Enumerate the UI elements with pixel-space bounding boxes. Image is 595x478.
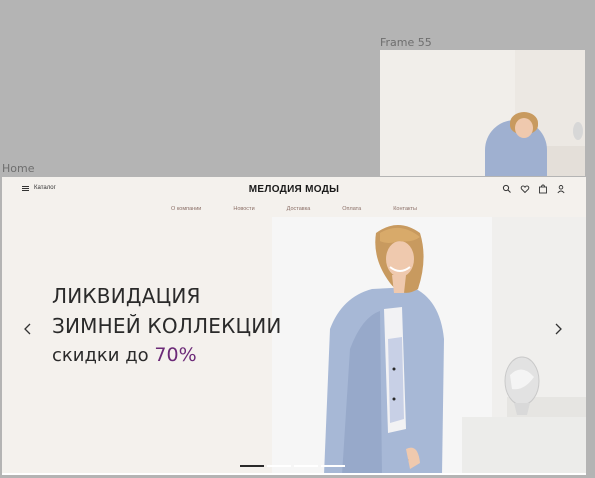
- bag-icon[interactable]: [538, 184, 548, 194]
- hero-floor: [2, 473, 586, 475]
- site-header: Каталог МЕЛОДИЯ МОДЫ: [2, 177, 586, 203]
- nav-item-delivery[interactable]: Доставка: [287, 206, 311, 212]
- slider-dot[interactable]: [294, 465, 318, 467]
- site-logo[interactable]: МЕЛОДИЯ МОДЫ: [2, 184, 586, 195]
- chevron-right-icon[interactable]: [552, 321, 564, 337]
- home-frame: Каталог МЕЛОДИЯ МОДЫ О компании Новости …: [2, 177, 586, 475]
- user-icon[interactable]: [556, 184, 566, 194]
- main-nav: О компании Новости Доставка Оплата Конта…: [2, 206, 586, 212]
- hero-subtitle: скидки до 70%: [52, 344, 197, 366]
- frame-55-label: Frame 55: [380, 36, 432, 49]
- chevron-left-icon[interactable]: [22, 321, 34, 337]
- slider-dot[interactable]: [240, 465, 264, 467]
- nav-item-about[interactable]: О компании: [171, 206, 201, 212]
- home-frame-label: Home: [2, 162, 35, 175]
- hero-title: ЛИКВИДАЦИЯ ЗИМНЕЙ КОЛЛЕКЦИИ: [52, 281, 282, 341]
- frame-55-thumbnail: [380, 50, 585, 176]
- hero-title-line-2: ЗИМНЕЙ КОЛЛЕКЦИИ: [52, 314, 282, 338]
- hero-vase-image: [504, 356, 540, 415]
- header-icon-group: [502, 184, 566, 194]
- heart-icon[interactable]: [520, 184, 530, 194]
- search-icon[interactable]: [502, 184, 512, 194]
- hero-subtitle-prefix: скидки до: [52, 345, 155, 366]
- hero-discount-value: 70%: [154, 344, 197, 366]
- hero-photo-step-lower: [462, 417, 586, 475]
- nav-item-contacts[interactable]: Контакты: [393, 206, 417, 212]
- slider-dot[interactable]: [267, 465, 291, 467]
- thumbnail-model-face: [515, 118, 533, 138]
- nav-item-payment[interactable]: Оплата: [342, 206, 361, 212]
- slider-pagination: [240, 465, 345, 467]
- hero-model-image: [324, 225, 444, 475]
- hero-title-line-1: ЛИКВИДАЦИЯ: [52, 284, 201, 308]
- thumbnail-vase: [573, 122, 583, 140]
- slider-dot[interactable]: [321, 465, 345, 467]
- nav-item-news[interactable]: Новости: [233, 206, 254, 212]
